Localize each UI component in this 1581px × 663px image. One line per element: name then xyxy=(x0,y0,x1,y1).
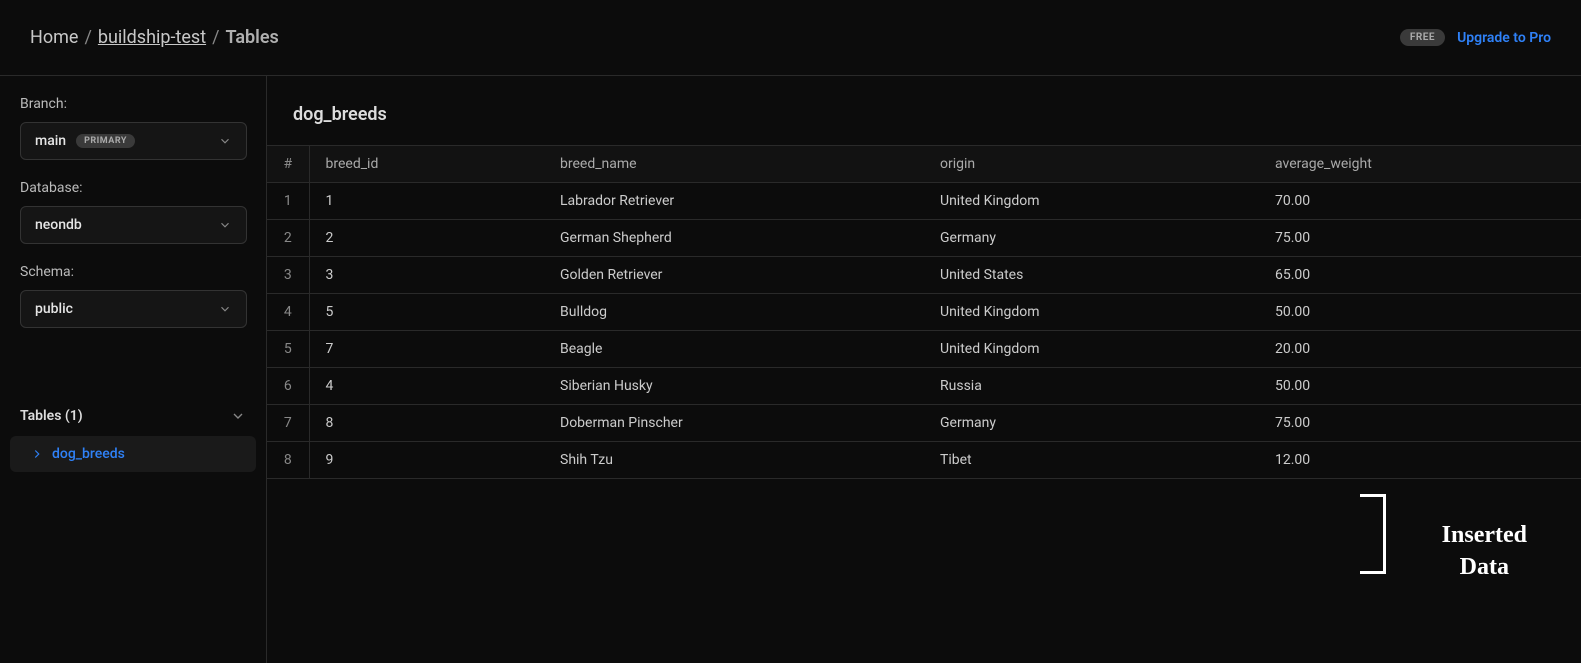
col-header-breed-id[interactable]: breed_id xyxy=(309,146,544,183)
sidebar: Branch: main PRIMARY Database: neondb Sc xyxy=(0,76,267,663)
cell-origin: United Kingdom xyxy=(924,183,1259,220)
breadcrumb-sep: / xyxy=(84,27,91,48)
cell-origin: Tibet xyxy=(924,442,1259,479)
table-title: dog_breeds xyxy=(267,76,1581,145)
cell-breed-name: Shih Tzu xyxy=(544,442,924,479)
breadcrumb-sep: / xyxy=(212,27,219,48)
chevron-down-icon xyxy=(230,408,246,424)
cell-breed-id: 7 xyxy=(309,331,544,368)
table-row[interactable]: 33Golden RetrieverUnited States65.00 xyxy=(267,257,1581,294)
cell-breed-name: Golden Retriever xyxy=(544,257,924,294)
cell-breed-name: Doberman Pinscher xyxy=(544,405,924,442)
cell-breed-name: Labrador Retriever xyxy=(544,183,924,220)
chevron-down-icon xyxy=(218,134,232,148)
cell-average-weight: 50.00 xyxy=(1259,294,1581,331)
branch-select[interactable]: main PRIMARY xyxy=(20,122,247,160)
cell-origin: United Kingdom xyxy=(924,294,1259,331)
table-row[interactable]: 89Shih TzuTibet12.00 xyxy=(267,442,1581,479)
cell-breed-id: 3 xyxy=(309,257,544,294)
cell-breed-id: 4 xyxy=(309,368,544,405)
main: Branch: main PRIMARY Database: neondb Sc xyxy=(0,76,1581,663)
annotation-label: Inserted Data xyxy=(1442,519,1527,584)
cell-breed-id: 5 xyxy=(309,294,544,331)
cell-rownum: 7 xyxy=(267,405,309,442)
branch-field: Branch: main PRIMARY xyxy=(20,96,246,160)
cell-rownum: 8 xyxy=(267,442,309,479)
cell-rownum: 1 xyxy=(267,183,309,220)
table-row[interactable]: 78Doberman PinscherGermany75.00 xyxy=(267,405,1581,442)
breadcrumb: Home / buildship-test / Tables xyxy=(30,27,279,48)
branch-label: Branch: xyxy=(20,96,246,112)
header: Home / buildship-test / Tables FREE Upgr… xyxy=(0,0,1581,76)
cell-average-weight: 70.00 xyxy=(1259,183,1581,220)
header-right: FREE Upgrade to Pro xyxy=(1400,29,1551,46)
col-header-average-weight[interactable]: average_weight xyxy=(1259,146,1581,183)
table-body: 11Labrador RetrieverUnited Kingdom70.002… xyxy=(267,183,1581,479)
cell-breed-name: Beagle xyxy=(544,331,924,368)
data-table: # breed_id breed_name origin average_wei… xyxy=(267,145,1581,479)
table-row[interactable]: 22German ShepherdGermany75.00 xyxy=(267,220,1581,257)
breadcrumb-project[interactable]: buildship-test xyxy=(98,27,206,48)
cell-breed-id: 2 xyxy=(309,220,544,257)
chevron-right-icon xyxy=(30,447,44,461)
table-row[interactable]: 57BeagleUnited Kingdom20.00 xyxy=(267,331,1581,368)
schema-value: public xyxy=(35,301,73,317)
cell-rownum: 2 xyxy=(267,220,309,257)
content: dog_breeds # breed_id breed_name origin … xyxy=(267,76,1581,663)
primary-badge: PRIMARY xyxy=(76,134,135,148)
col-header-breed-name[interactable]: breed_name xyxy=(544,146,924,183)
table-row[interactable]: 11Labrador RetrieverUnited Kingdom70.00 xyxy=(267,183,1581,220)
annotation-bracket xyxy=(1360,494,1386,574)
table-row[interactable]: 45BulldogUnited Kingdom50.00 xyxy=(267,294,1581,331)
cell-breed-id: 8 xyxy=(309,405,544,442)
cell-breed-name: Bulldog xyxy=(544,294,924,331)
database-label: Database: xyxy=(20,180,246,196)
tables-section: Tables (1) dog_breeds xyxy=(0,396,266,472)
chevron-down-icon xyxy=(218,302,232,316)
breadcrumb-home[interactable]: Home xyxy=(30,27,78,48)
database-value: neondb xyxy=(35,217,82,233)
cell-rownum: 4 xyxy=(267,294,309,331)
cell-average-weight: 65.00 xyxy=(1259,257,1581,294)
table-row[interactable]: 64Siberian HuskyRussia50.00 xyxy=(267,368,1581,405)
cell-average-weight: 75.00 xyxy=(1259,405,1581,442)
branch-value: main xyxy=(35,133,66,149)
cell-rownum: 3 xyxy=(267,257,309,294)
cell-breed-id: 9 xyxy=(309,442,544,479)
table-head: # breed_id breed_name origin average_wei… xyxy=(267,146,1581,183)
cell-breed-name: Siberian Husky xyxy=(544,368,924,405)
cell-breed-id: 1 xyxy=(309,183,544,220)
cell-average-weight: 12.00 xyxy=(1259,442,1581,479)
sidebar-controls: Branch: main PRIMARY Database: neondb Sc xyxy=(0,76,266,368)
tables-header[interactable]: Tables (1) xyxy=(0,396,266,436)
free-badge: FREE xyxy=(1400,29,1445,46)
cell-rownum: 5 xyxy=(267,331,309,368)
schema-select[interactable]: public xyxy=(20,290,247,328)
cell-origin: Germany xyxy=(924,405,1259,442)
cell-origin: Germany xyxy=(924,220,1259,257)
tables-header-label: Tables (1) xyxy=(20,408,83,424)
cell-breed-name: German Shepherd xyxy=(544,220,924,257)
cell-rownum: 6 xyxy=(267,368,309,405)
schema-field: Schema: public xyxy=(20,264,246,328)
schema-label: Schema: xyxy=(20,264,246,280)
breadcrumb-current: Tables xyxy=(226,27,279,48)
cell-origin: Russia xyxy=(924,368,1259,405)
chevron-down-icon xyxy=(218,218,232,232)
col-header-origin[interactable]: origin xyxy=(924,146,1259,183)
database-select[interactable]: neondb xyxy=(20,206,247,244)
sidebar-table-item[interactable]: dog_breeds xyxy=(10,436,256,472)
database-field: Database: neondb xyxy=(20,180,246,244)
table-item-name: dog_breeds xyxy=(52,446,125,462)
col-header-rownum[interactable]: # xyxy=(267,146,309,183)
cell-origin: United States xyxy=(924,257,1259,294)
cell-origin: United Kingdom xyxy=(924,331,1259,368)
cell-average-weight: 75.00 xyxy=(1259,220,1581,257)
cell-average-weight: 50.00 xyxy=(1259,368,1581,405)
cell-average-weight: 20.00 xyxy=(1259,331,1581,368)
upgrade-link[interactable]: Upgrade to Pro xyxy=(1457,30,1551,46)
